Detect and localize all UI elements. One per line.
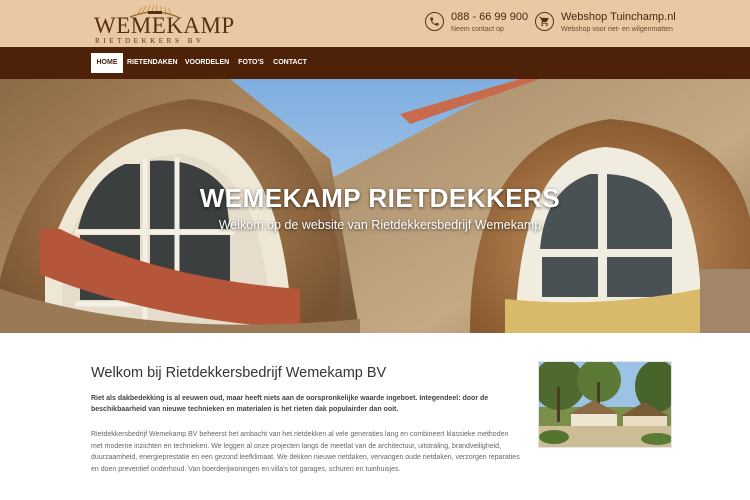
page-title: Welkom bij Rietdekkersbedrijf Wemekamp B… bbox=[91, 365, 387, 381]
cart-icon bbox=[535, 12, 554, 31]
phone-number[interactable]: 088 - 66 99 900 bbox=[451, 11, 528, 24]
intro-paragraph: Riet als dakbedekking is al eeuwen oud, … bbox=[91, 395, 489, 413]
body-paragraph: Rietdekkersbedrijf Wemekamp BV beheerst … bbox=[91, 431, 520, 473]
farmhouse-photo bbox=[538, 361, 672, 448]
nav-item-voordelen[interactable]: VOORDELEN bbox=[183, 53, 231, 73]
nav-item-fotos[interactable]: FOTO'S bbox=[236, 53, 266, 73]
nav-item-contact[interactable]: CONTACT bbox=[271, 53, 309, 73]
webshop-link[interactable]: Webshop Tuinchamp.nl Webshop voor riet- … bbox=[535, 10, 695, 36]
hero-subtitle: Welkom op de website van Rietdekkersbedr… bbox=[218, 218, 542, 232]
nav-item-rietendaken[interactable]: RIETENDAKEN bbox=[127, 53, 178, 73]
logo-subtitle: RIETDEKKERS BV bbox=[95, 37, 205, 45]
top-header: WEMEKAMP RIETDEKKERS BV 088 - 66 99 900 … bbox=[0, 0, 750, 47]
hero-title: WEMEKAMP RIETDEKKERS bbox=[199, 183, 561, 213]
webshop-label[interactable]: Webshop Tuinchamp.nl bbox=[561, 11, 676, 24]
phone-contact[interactable]: 088 - 66 99 900 Neem contact op bbox=[425, 10, 535, 36]
hero-banner: WEMEKAMP RIETDEKKERS Welkom op de websit… bbox=[0, 79, 750, 333]
nav-item-home[interactable]: HOME bbox=[91, 53, 123, 73]
logo[interactable]: WEMEKAMP RIETDEKKERS BV bbox=[94, 5, 234, 45]
main-navigation: HOME RIETENDAKEN VOORDELEN FOTO'S CONTAC… bbox=[0, 47, 750, 79]
phone-caption: Neem contact op bbox=[451, 26, 504, 33]
logo-name: WEMEKAMP bbox=[94, 13, 235, 38]
phone-icon bbox=[425, 12, 444, 31]
webshop-caption: Webshop voor riet- en wilgenmatten bbox=[561, 26, 673, 33]
